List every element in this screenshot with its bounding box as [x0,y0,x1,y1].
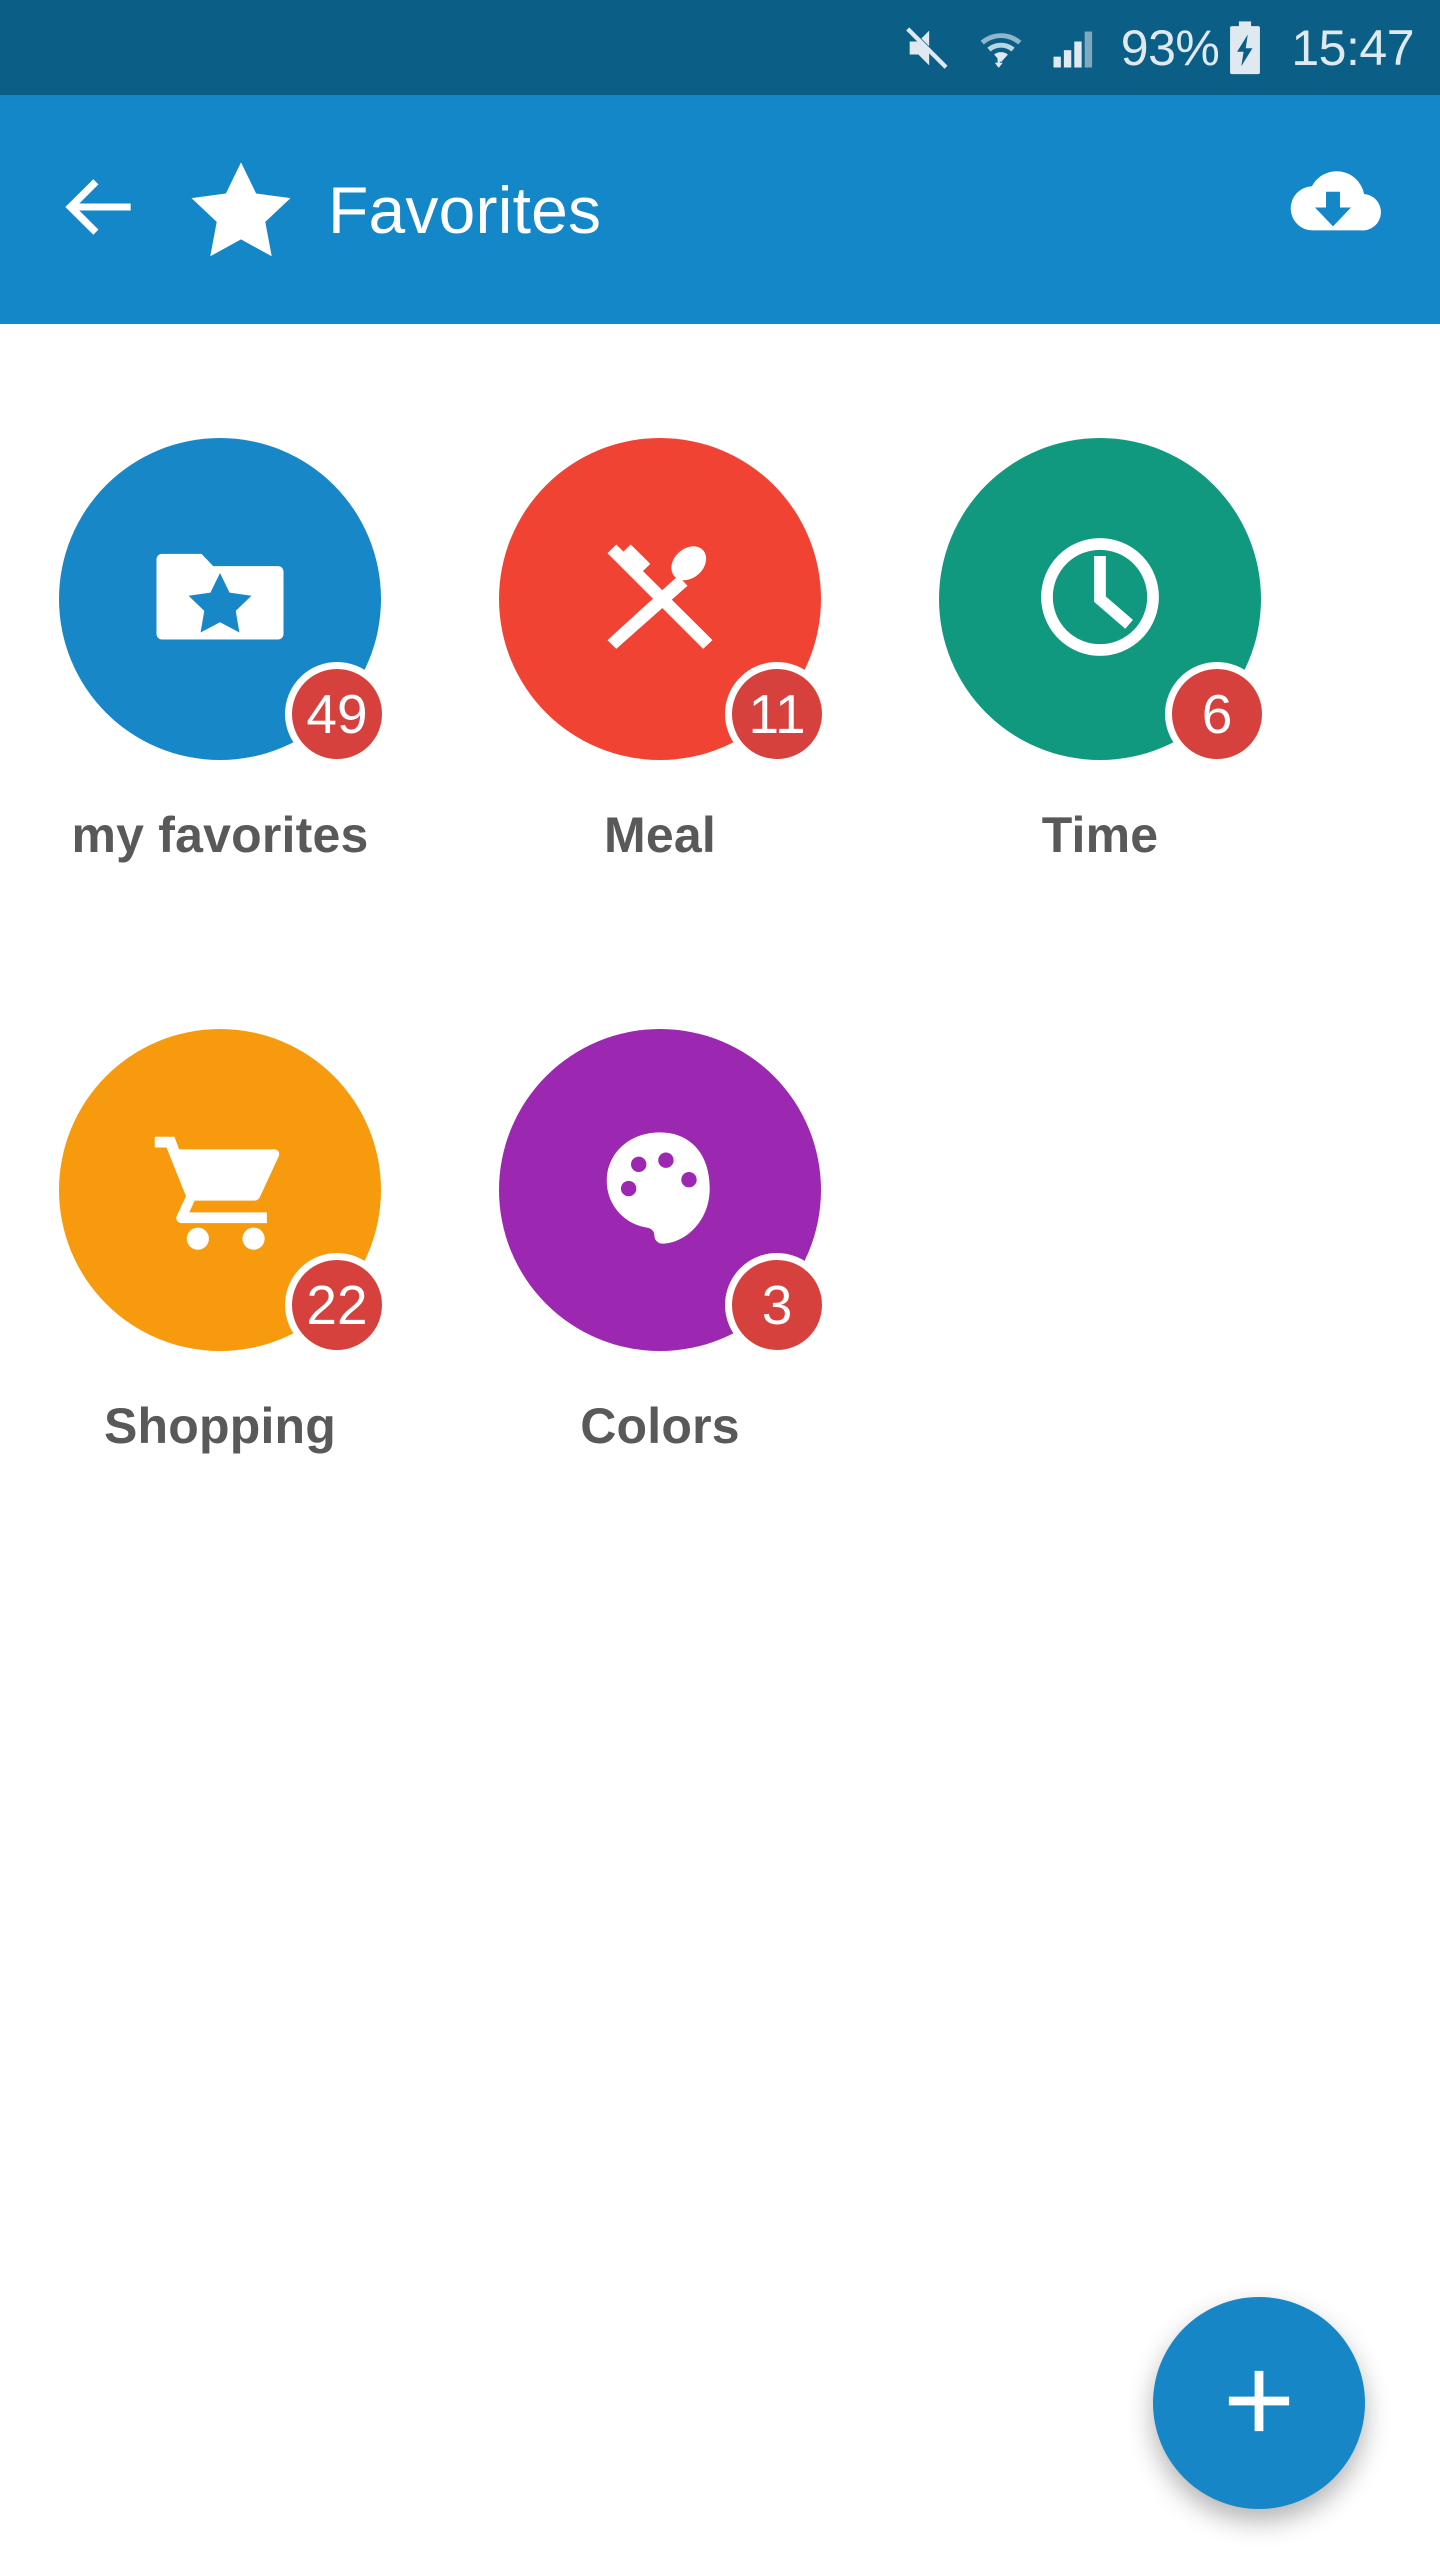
wifi-transfer-icon [975,22,1027,74]
star-icon [186,155,296,265]
grid-item-meal[interactable]: 11 Meal [440,420,880,957]
icon-circle-wrap: 22 [59,1029,389,1357]
badge-count: 11 [725,662,829,766]
cloud-download-button[interactable] [1268,145,1398,275]
back-button[interactable] [40,150,160,270]
app-bar: Favorites [0,95,1440,324]
add-button[interactable] [1153,2297,1365,2509]
status-bar: 93% 15:47 [0,0,1440,95]
icon-circle-wrap: 3 [499,1029,829,1357]
grid-item-label: my favorites [71,807,369,863]
grid-item-label: Meal [604,807,716,863]
badge-count: 6 [1165,662,1269,766]
battery-percent-label: 93% [1120,19,1220,76]
page-title: Favorites [328,172,602,247]
back-arrow-icon [54,161,146,258]
grid-item-label: Shopping [103,1398,337,1454]
clock-icon [1026,523,1174,676]
paint-palette-icon [589,1117,731,1264]
grid-item-my-favorites[interactable]: 49 my favorites [0,420,440,957]
cutlery-icon [585,522,735,677]
battery-charging-icon [1223,20,1267,76]
icon-circle-wrap: 11 [499,438,829,766]
cloud-download-icon [1279,153,1387,266]
badge-count: 49 [285,662,389,766]
content-area: 49 my favorites 11 Meal 6 Time 22 Shoppi… [0,324,1440,2560]
badge-count: 3 [725,1253,829,1357]
icon-circle-wrap: 6 [939,438,1269,766]
grid-item-time[interactable]: 6 Time [880,420,1320,957]
plus-icon [1217,2359,1301,2448]
grid-item-colors[interactable]: 3 Colors [440,1011,880,1548]
grid-item-shopping[interactable]: 22 Shopping [0,1011,440,1548]
status-bar-icons: 93% 15:47 [901,20,1414,76]
icon-circle-wrap: 49 [59,438,389,766]
signal-bars-icon [1047,22,1099,74]
grid-item-label: Colors [580,1398,740,1454]
clock-label: 15:47 [1291,19,1414,76]
favorites-grid: 49 my favorites 11 Meal 6 Time 22 Shoppi… [0,420,1440,1548]
mute-icon [901,22,953,74]
shopping-cart-icon [144,1112,296,1269]
folder-star-icon [146,523,294,676]
grid-item-label: Time [1041,807,1159,863]
badge-count: 22 [285,1253,389,1357]
